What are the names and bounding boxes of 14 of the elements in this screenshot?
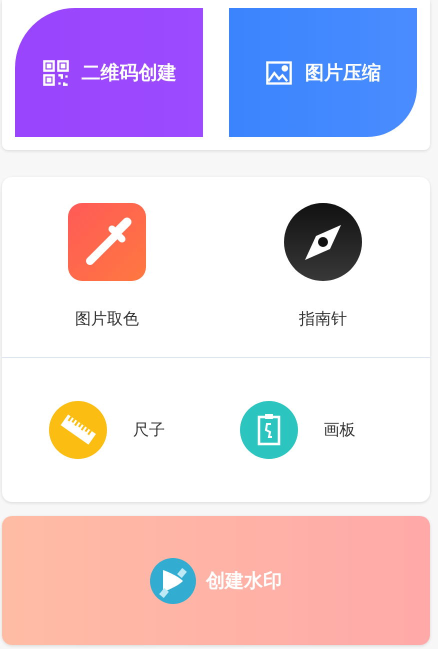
watermark-icon xyxy=(150,558,196,604)
tool-label: 画板 xyxy=(324,420,356,440)
tool-label: 图片取色 xyxy=(75,309,139,330)
eyedropper-icon[interactable] xyxy=(68,203,146,281)
tool-label: 指南针 xyxy=(299,309,347,330)
clipboard-icon[interactable] xyxy=(240,401,298,459)
image-icon xyxy=(265,58,293,86)
qr-code-icon xyxy=(42,58,70,86)
action-button[interactable]: 二维码创建 xyxy=(15,8,203,137)
action-button[interactable]: 图片压缩 xyxy=(229,8,417,137)
compass-icon[interactable] xyxy=(284,203,362,281)
create-watermark-button[interactable]: 创建水印 xyxy=(2,516,430,645)
tool-label: 尺子 xyxy=(133,420,165,440)
ruler-icon[interactable] xyxy=(49,401,107,459)
